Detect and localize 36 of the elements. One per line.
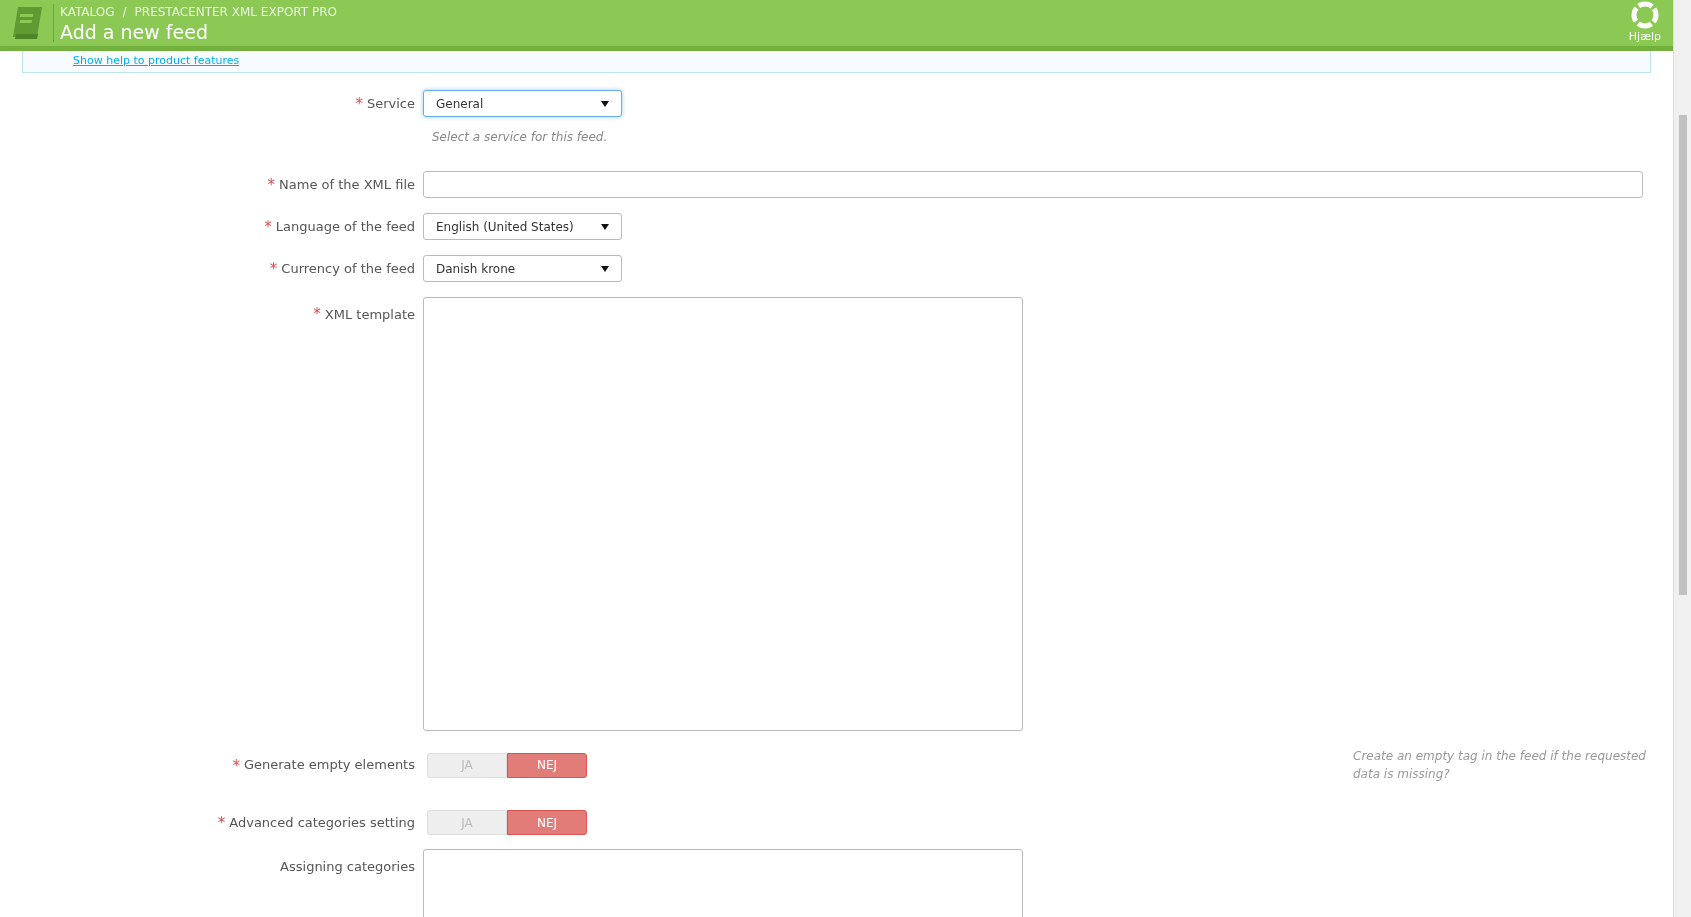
required-asterisk: * xyxy=(217,814,226,831)
breadcrumb-separator: / xyxy=(122,4,127,21)
field-label: Currency of the feed xyxy=(281,259,415,278)
required-asterisk: * xyxy=(313,305,321,325)
help-button[interactable]: Hjælp xyxy=(1616,0,1673,46)
field-label: Assigning categories xyxy=(280,858,415,876)
field-hint: Select a service for this feed. xyxy=(432,130,608,144)
required-asterisk: * xyxy=(269,260,278,277)
dropdown-caret-icon xyxy=(601,100,609,107)
select-field[interactable]: General xyxy=(423,90,622,117)
required-asterisk: * xyxy=(267,176,276,193)
text-field[interactable] xyxy=(423,171,1643,198)
dropdown-caret-icon xyxy=(601,223,609,230)
text-area[interactable] xyxy=(423,297,1023,731)
select-field[interactable]: Danish krone xyxy=(423,255,622,282)
select-field[interactable]: English (United States) xyxy=(423,213,622,240)
field-label: Service xyxy=(366,94,415,113)
field-label: Language of the feed xyxy=(275,217,415,236)
field-label: Name of the XML file xyxy=(279,175,415,194)
dropdown-caret-icon xyxy=(601,265,609,272)
field-hint: Create an empty tag in the feed if the requested data is missing? xyxy=(1353,748,1647,783)
required-asterisk: * xyxy=(355,95,363,112)
field-label: Generate empty elements xyxy=(243,756,415,775)
toggle-option[interactable]: NEJ xyxy=(507,752,587,778)
help-link[interactable]: Show help to product features xyxy=(73,53,240,70)
required-asterisk: * xyxy=(264,218,272,235)
required-asterisk: * xyxy=(232,756,240,774)
breadcrumb-link[interactable]: KATALOG xyxy=(60,3,115,21)
scrollbar[interactable] xyxy=(1673,0,1691,917)
text-area[interactable] xyxy=(423,849,1023,917)
page-title: Add a new feed xyxy=(60,21,209,45)
scrollbar-thumb[interactable] xyxy=(1678,115,1687,595)
field-label: Advanced categories setting xyxy=(229,813,415,832)
toggle-option[interactable]: NEJ xyxy=(507,810,587,835)
field-label: XML template xyxy=(324,306,415,324)
breadcrumb-link[interactable]: PRESTACENTER XML EXPORT PRO xyxy=(134,3,337,21)
